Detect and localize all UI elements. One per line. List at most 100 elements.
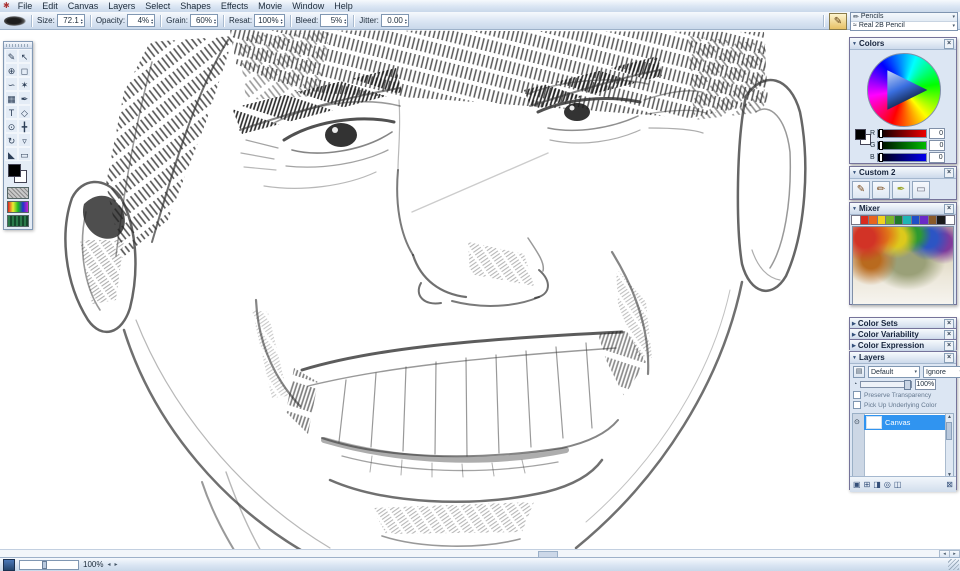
dropper-tool[interactable]: ▿ <box>18 133 31 147</box>
red-value[interactable]: 0 <box>929 127 946 139</box>
mixer-swatch[interactable] <box>944 215 955 225</box>
scrollbar-thumb[interactable] <box>946 422 952 440</box>
slider-marker[interactable] <box>879 140 884 150</box>
close-icon[interactable]: × <box>944 203 954 214</box>
collapse-icon[interactable]: ▼ <box>852 170 857 176</box>
collapse-icon[interactable]: ▼ <box>852 41 857 47</box>
menu-movie[interactable]: Movie <box>253 0 287 12</box>
zoom-out-icon[interactable]: ◂ <box>107 561 110 568</box>
mixer-pad[interactable] <box>852 226 954 305</box>
menu-window[interactable]: Window <box>287 0 329 12</box>
layer-mask-button[interactable]: ◨ <box>873 480 881 489</box>
spin-down-icon[interactable]: ▾ <box>281 20 283 24</box>
close-icon[interactable]: × <box>944 167 954 178</box>
green-value[interactable]: 0 <box>929 139 946 151</box>
toolbox-grip[interactable] <box>4 42 32 49</box>
composite-method-select[interactable]: Default ▾ <box>868 366 920 378</box>
rect-select-tool[interactable]: ◻ <box>18 63 31 77</box>
composite-depth-select[interactable]: Ignore ▾ <box>923 366 960 378</box>
collapse-icon[interactable]: ▼ <box>852 206 857 212</box>
green-slider[interactable] <box>877 140 928 150</box>
dynamic-plugin-button[interactable]: ◎ <box>884 480 891 489</box>
eraser-tool[interactable]: ▭ <box>18 147 31 161</box>
preserve-transparency-checkbox[interactable] <box>853 391 861 399</box>
main-color-swatch[interactable] <box>8 164 21 177</box>
mixer-swatch[interactable] <box>885 215 896 225</box>
expand-icon[interactable]: ▶ <box>852 343 856 349</box>
paint-bucket-tool[interactable]: ◣ <box>5 147 18 161</box>
grain-input[interactable]: 60% ▴ ▾ <box>189 14 218 27</box>
opacity-input[interactable]: 4% ▴ ▾ <box>127 14 156 27</box>
menu-file[interactable]: File <box>13 0 38 12</box>
collapse-icon[interactable]: ▼ <box>852 355 857 361</box>
mixer-swatch[interactable] <box>919 215 930 225</box>
custom-brush-1[interactable]: ✎ <box>852 181 870 199</box>
menu-layers[interactable]: Layers <box>103 0 140 12</box>
gradient-selector[interactable] <box>7 201 29 213</box>
mixer-swatch[interactable] <box>936 215 947 225</box>
opacity-slider-thumb[interactable] <box>904 380 912 390</box>
blue-slider[interactable] <box>876 152 927 162</box>
rotate-page-tool[interactable]: ↻ <box>5 133 18 147</box>
new-channel-button[interactable]: ◫ <box>894 480 902 489</box>
cloner-tool[interactable]: ⊕ <box>5 63 18 77</box>
menu-select[interactable]: Select <box>140 0 175 12</box>
magic-wand-tool[interactable]: ✶ <box>18 77 31 91</box>
color-wheel[interactable] <box>867 53 941 127</box>
colors-panel-header[interactable]: ▼ Colors × <box>850 38 956 50</box>
eye-icon[interactable]: ⊙ <box>854 418 860 426</box>
slider-marker[interactable] <box>879 128 884 138</box>
menu-edit[interactable]: Edit <box>37 0 63 12</box>
mixer-swatch[interactable] <box>868 215 879 225</box>
close-icon[interactable]: × <box>944 38 954 49</box>
mixer-swatch[interactable] <box>851 215 862 225</box>
bleed-input[interactable]: 5% ▴ ▾ <box>320 14 349 27</box>
zoom-tool[interactable]: ⊙ <box>5 119 18 133</box>
menu-canvas[interactable]: Canvas <box>63 0 104 12</box>
layer-opacity-slider[interactable] <box>860 380 913 390</box>
expand-icon[interactable]: ▶ <box>852 321 856 327</box>
red-slider[interactable] <box>877 128 928 138</box>
size-input[interactable]: 72.1 ▴ ▾ <box>56 14 85 27</box>
jitter-input[interactable]: 0.00 ▴ ▾ <box>380 14 409 27</box>
resize-grip[interactable] <box>948 559 959 570</box>
close-icon[interactable]: × <box>944 340 954 351</box>
delete-layer-button[interactable]: ⊠ <box>946 480 953 489</box>
expand-icon[interactable]: ▶ <box>852 332 856 338</box>
zoom-slider[interactable] <box>19 559 79 570</box>
layers-panel-header[interactable]: ▼ Layers × <box>850 352 956 364</box>
pickup-color-checkbox[interactable] <box>853 401 861 409</box>
menu-effects[interactable]: Effects <box>216 0 253 12</box>
layer-row-canvas[interactable]: Canvas <box>864 415 946 430</box>
mixer-panel-header[interactable]: ▼ Mixer × <box>850 203 956 215</box>
mixer-swatch[interactable] <box>910 215 921 225</box>
brush-ghost-icon[interactable]: ✎ <box>829 12 847 30</box>
sv-triangle[interactable] <box>887 70 928 110</box>
spin-down-icon[interactable]: ▾ <box>405 20 407 24</box>
zoom-page-icon[interactable] <box>3 558 15 571</box>
close-icon[interactable]: × <box>944 318 954 329</box>
mixer-swatch[interactable] <box>893 215 904 225</box>
paper-selector[interactable] <box>7 187 29 199</box>
brush-variant-row[interactable]: ≈ Real 2B Pencil ▾ <box>851 22 957 30</box>
grabber-tool[interactable]: ╋ <box>18 119 31 133</box>
custom-panel-header[interactable]: ▼ Custom 2 × <box>850 167 956 179</box>
mixer-swatch[interactable] <box>902 215 913 225</box>
brush-selector[interactable]: ✏ Pencils ▾ ≈ Real 2B Pencil ▾ <box>850 11 958 31</box>
close-icon[interactable]: × <box>944 352 954 363</box>
resat-input[interactable]: 100% ▴ ▾ <box>254 14 285 27</box>
mixer-swatch[interactable] <box>859 215 870 225</box>
spin-down-icon[interactable]: ▾ <box>151 20 153 24</box>
blue-value[interactable]: 0 <box>928 151 945 163</box>
layer-opacity-value[interactable]: 100% <box>915 379 937 390</box>
scroll-up-icon[interactable]: ▲ <box>946 414 953 420</box>
menu-help[interactable]: Help <box>329 0 358 12</box>
pattern-selector[interactable] <box>7 215 29 227</box>
custom-brush-2[interactable]: ✏ <box>872 181 890 199</box>
pen-tool[interactable]: ✒ <box>18 91 31 105</box>
text-tool[interactable]: T <box>5 105 18 119</box>
shape-tool[interactable]: ◇ <box>18 105 31 119</box>
custom-brush-3[interactable]: ✒ <box>892 181 910 199</box>
spin-down-icon[interactable]: ▾ <box>81 20 83 24</box>
brush-category-row[interactable]: ✏ Pencils ▾ <box>851 12 957 22</box>
